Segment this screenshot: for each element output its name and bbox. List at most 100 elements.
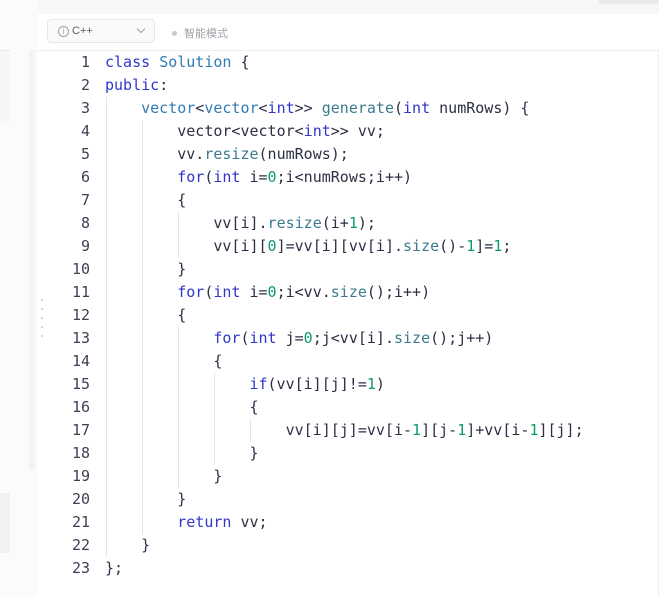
language-label: C++ xyxy=(72,25,93,37)
code-text: { xyxy=(249,396,258,419)
code-token: } xyxy=(177,490,187,508)
code-token: } xyxy=(177,260,187,278)
code-token: { xyxy=(177,191,187,209)
smart-mode-label: 智能模式 xyxy=(184,28,228,40)
code-line[interactable]: 23}; xyxy=(46,557,659,580)
code-line[interactable]: 7{ xyxy=(46,189,659,212)
code-line[interactable]: 4 vector<vector<int>> vv; xyxy=(46,120,659,143)
line-number: 23 xyxy=(71,559,90,577)
indent-guide xyxy=(214,373,216,465)
code-line[interactable]: 15 if(vv[i][j]!=1) xyxy=(46,373,659,396)
code-token: < xyxy=(258,99,268,117)
code-token: 1 xyxy=(348,214,358,232)
code-token: vector xyxy=(141,99,196,117)
code-token: } xyxy=(141,536,151,554)
code-token: ();i++) xyxy=(366,283,431,301)
code-line[interactable]: 5 vv.resize(numRows); xyxy=(46,143,659,166)
code-token: Solution xyxy=(159,53,232,71)
editor-toolbar: i C++ 智能模式 xyxy=(38,14,659,51)
code-text: { xyxy=(177,304,186,327)
left-panel-section xyxy=(0,493,10,553)
info-icon: i xyxy=(58,26,69,37)
code-text: vv[i][0]=vv[i][vv[i].size()-1]=1; xyxy=(213,235,511,258)
code-line[interactable]: 8 vv[i].resize(i+1); xyxy=(46,212,659,235)
code-line[interactable]: 10} xyxy=(46,258,659,281)
left-panel-section xyxy=(0,50,10,121)
code-text: vv[i][j]=vv[i-1][j-1]+vv[i-1][j]; xyxy=(286,419,584,442)
panel-scrollbar[interactable] xyxy=(29,50,35,470)
code-token: ;i<numRows;i++) xyxy=(276,168,413,186)
line-number: 3 xyxy=(80,99,90,117)
code-text: } xyxy=(141,534,150,557)
code-token: vv; xyxy=(231,513,268,531)
code-token: { xyxy=(249,398,259,416)
code-token: ); xyxy=(357,214,376,232)
code-line[interactable]: 20} xyxy=(46,488,659,511)
code-line[interactable]: 3 vector<vector<int>> generate(int numRow… xyxy=(46,97,659,120)
code-token: 1 xyxy=(366,375,376,393)
code-token: ]=vv[i][vv[i]. xyxy=(276,237,404,255)
line-number: 16 xyxy=(71,398,90,416)
code-token: ) xyxy=(375,375,385,393)
code-token: int xyxy=(267,99,295,117)
code-token: size xyxy=(393,329,431,347)
code-line[interactable]: 9 vv[i][0]=vv[i][vv[i].size()-1]=1; xyxy=(46,235,659,258)
code-text: { xyxy=(213,350,222,373)
code-text: for(int j=0;j<vv[i].size();j++) xyxy=(213,327,493,350)
code-token: i= xyxy=(240,283,268,301)
code-token: int xyxy=(403,99,431,117)
code-token: 1 xyxy=(493,237,503,255)
code-text: if(vv[i][j]!=1) xyxy=(249,373,384,396)
resize-handle[interactable] xyxy=(38,295,46,343)
code-line[interactable]: 14 { xyxy=(46,350,659,373)
code-line[interactable]: 18} xyxy=(46,442,659,465)
code-editor[interactable]: 1 class Solution {2 public: 3 vector<vector<… xyxy=(46,51,659,597)
code-token: generate xyxy=(321,99,394,117)
mode-dot-icon xyxy=(172,31,177,36)
code-token: ][j]; xyxy=(538,421,584,439)
line-number: 18 xyxy=(71,444,90,462)
code-token: 1 xyxy=(412,421,422,439)
code-line[interactable]: 17 vv[i][j]=vv[i-1][j-1]+vv[i-1][j]; xyxy=(46,419,659,442)
indent-guide xyxy=(178,327,180,488)
code-line[interactable]: 22} xyxy=(46,534,659,557)
code-line[interactable]: 19} xyxy=(46,465,659,488)
code-token: >> vv; xyxy=(330,122,385,140)
code-line[interactable]: 6 for(int i=0;i<numRows;i++) xyxy=(46,166,659,189)
code-token: ]= xyxy=(475,237,494,255)
line-number: 12 xyxy=(71,306,90,324)
code-line[interactable]: 13 for(int j=0;j<vv[i].size();j++) xyxy=(46,327,659,350)
code-token: 0 xyxy=(267,168,277,186)
language-select[interactable]: i C++ xyxy=(47,19,155,43)
code-text: for(int i=0;i<vv.size();i++) xyxy=(177,281,430,304)
code-line[interactable]: 1 class Solution { xyxy=(46,51,659,74)
indent-guide xyxy=(106,97,107,557)
code-token: (i+ xyxy=(321,214,349,232)
line-number: 11 xyxy=(71,283,90,301)
code-token: ( xyxy=(393,99,404,117)
code-token: 0 xyxy=(303,329,313,347)
chevron-down-icon xyxy=(136,24,146,34)
indent-guide xyxy=(178,212,180,258)
code-line[interactable]: 21 return vv; xyxy=(46,511,659,534)
code-line[interactable]: 16 { xyxy=(46,396,659,419)
code-token: vv[i]. xyxy=(213,214,268,232)
code-line[interactable]: 12 { xyxy=(46,304,659,327)
code-token: ( xyxy=(204,283,214,301)
code-text: } xyxy=(177,488,186,511)
code-token: ()- xyxy=(439,237,467,255)
code-token: resize xyxy=(204,145,259,163)
code-token: for xyxy=(177,168,205,186)
line-number: 21 xyxy=(71,513,90,531)
code-token: >> xyxy=(294,99,322,117)
line-number: 15 xyxy=(71,375,90,393)
code-token: size xyxy=(403,237,440,255)
code-token: ][j- xyxy=(421,421,458,439)
smart-mode-toggle[interactable]: 智能模式 xyxy=(172,25,228,41)
code-line[interactable]: 11 for(int i=0;i<vv.size();i++) xyxy=(46,281,659,304)
code-line[interactable]: 2 public: xyxy=(46,74,659,97)
line-number: 9 xyxy=(80,237,90,255)
code-token: numRows) { xyxy=(430,99,530,117)
code-token: 0 xyxy=(267,237,277,255)
